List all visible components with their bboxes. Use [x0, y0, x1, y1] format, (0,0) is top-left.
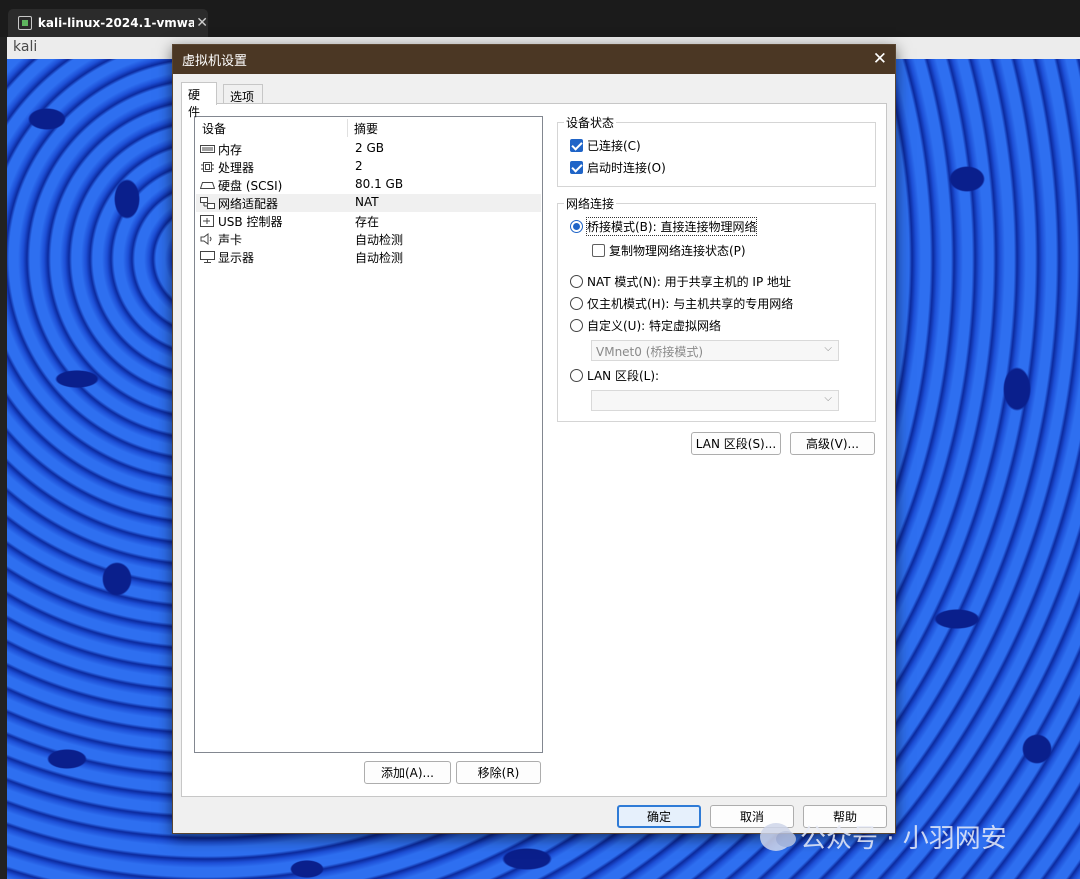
device-name: 内存 — [218, 143, 243, 157]
wechat-icon — [760, 822, 796, 851]
network-adapter-icon — [200, 197, 215, 209]
device-summary: 自动检测 — [355, 251, 404, 265]
device-name: 显示器 — [218, 251, 255, 265]
dialog-title: 虚拟机设置 — [182, 54, 248, 69]
memory-icon — [200, 145, 215, 153]
device-name: USB 控制器 — [218, 215, 283, 229]
lan-segment-label: LAN 区段(L): — [587, 369, 660, 383]
device-row-memory[interactable]: 内存 2 GB — [196, 140, 541, 158]
remove-device-button[interactable]: 移除(R) — [456, 761, 541, 784]
sound-icon — [200, 233, 212, 245]
close-icon[interactable]: ✕ — [873, 49, 887, 69]
device-status-group: 设备状态 已连接(C) 启动时连接(O) — [557, 114, 876, 187]
chevron-down-icon: ⌵ — [824, 393, 832, 404]
device-row-harddisk[interactable]: 硬盘 (SCSI) 80.1 GB — [196, 176, 541, 194]
connected-checkbox[interactable]: 已连接(C) — [570, 137, 641, 154]
lan-segment-radio[interactable]: LAN 区段(L): — [570, 367, 659, 384]
group-title: 网络连接 — [564, 195, 617, 212]
bridged-radio[interactable]: 桥接模式(B): 直接连接物理网络 — [570, 217, 758, 236]
chevron-down-icon: ⌵ — [824, 343, 832, 354]
radio-unselected-icon[interactable] — [570, 275, 583, 288]
vmware-icon — [18, 16, 32, 30]
host-frame — [0, 37, 7, 879]
vm-settings-dialog: 虚拟机设置 ✕ 硬件 选项 设备 摘要 内存 2 GB 处理器 2 硬盘 (SC… — [172, 44, 896, 834]
lan-segment-select[interactable]: ⌵ — [591, 390, 839, 411]
custom-label: 自定义(U): 特定虚拟网络 — [587, 319, 722, 333]
bridged-label: 桥接模式(B): 直接连接物理网络 — [585, 217, 758, 236]
vm-name: kali — [13, 39, 38, 55]
hardware-panel: 设备 摘要 内存 2 GB 处理器 2 硬盘 (SCSI) 80.1 GB 网络… — [181, 103, 887, 797]
watermark: 公众号 · 小羽网安 — [760, 818, 1007, 855]
device-list-header: 设备 摘要 — [195, 117, 542, 137]
custom-radio[interactable]: 自定义(U): 特定虚拟网络 — [570, 317, 721, 334]
host-tab[interactable]: kali-linux-2024.1-vmware... ✕ — [8, 9, 208, 37]
radio-unselected-icon[interactable] — [570, 319, 583, 332]
lan-segments-button[interactable]: LAN 区段(S)... — [691, 432, 781, 455]
checkbox-checked-icon[interactable] — [570, 161, 583, 174]
ok-button[interactable]: 确定 — [617, 805, 701, 828]
host-only-label: 仅主机模式(H): 与主机共享的专用网络 — [587, 297, 794, 311]
column-header-summary[interactable]: 摘要 — [354, 120, 378, 137]
add-device-button[interactable]: 添加(A)... — [364, 761, 451, 784]
group-title: 设备状态 — [564, 114, 617, 131]
nat-label: NAT 模式(N): 用于共享主机的 IP 地址 — [587, 275, 792, 289]
advanced-button[interactable]: 高级(V)... — [790, 432, 875, 455]
connect-at-power-on-checkbox[interactable]: 启动时连接(O) — [570, 159, 666, 176]
tab-hardware[interactable]: 硬件 — [181, 82, 217, 119]
replicate-state-label: 复制物理网络连接状态(P) — [609, 244, 746, 258]
radio-unselected-icon[interactable] — [570, 297, 583, 310]
device-list[interactable]: 设备 摘要 内存 2 GB 处理器 2 硬盘 (SCSI) 80.1 GB 网络… — [194, 116, 543, 753]
replicate-state-checkbox[interactable]: 复制物理网络连接状态(P) — [592, 242, 746, 259]
network-connection-group: 网络连接 桥接模式(B): 直接连接物理网络 复制物理网络连接状态(P) NAT… — [557, 195, 876, 422]
device-summary: 2 GB — [355, 141, 384, 155]
connect-at-power-on-label: 启动时连接(O) — [587, 161, 666, 175]
watermark-text: 公众号 · 小羽网安 — [800, 824, 1007, 854]
host-tab-title: kali-linux-2024.1-vmware... — [37, 16, 195, 30]
device-row-processor[interactable]: 处理器 2 — [196, 158, 541, 176]
device-summary: 自动检测 — [355, 233, 404, 247]
device-name: 声卡 — [218, 233, 243, 247]
checkbox-unchecked-icon[interactable] — [592, 244, 605, 257]
device-summary: 存在 — [355, 215, 380, 229]
custom-network-select[interactable]: VMnet0 (桥接模式) ⌵ — [591, 340, 839, 361]
processor-icon — [201, 162, 214, 172]
device-row-usb[interactable]: USB 控制器 存在 — [196, 212, 541, 230]
device-name: 硬盘 (SCSI) — [218, 179, 283, 193]
device-summary: 2 — [355, 159, 363, 173]
device-name: 处理器 — [218, 161, 255, 175]
display-icon — [200, 251, 215, 263]
device-summary: NAT — [355, 195, 379, 209]
host-only-radio[interactable]: 仅主机模式(H): 与主机共享的专用网络 — [570, 295, 793, 312]
device-summary: 80.1 GB — [355, 177, 404, 191]
usb-icon — [200, 215, 214, 227]
device-name: 网络适配器 — [218, 197, 279, 211]
harddisk-icon — [200, 182, 215, 189]
nat-radio[interactable]: NAT 模式(N): 用于共享主机的 IP 地址 — [570, 273, 791, 290]
host-tab-bar: kali-linux-2024.1-vmware... ✕ — [0, 0, 1080, 37]
tab-options[interactable]: 选项 — [223, 84, 263, 104]
radio-unselected-icon[interactable] — [570, 369, 583, 382]
dialog-titlebar: 虚拟机设置 ✕ — [173, 45, 895, 74]
close-icon[interactable]: ✕ — [196, 15, 208, 31]
connected-label: 已连接(C) — [587, 139, 641, 153]
device-row-display[interactable]: 显示器 自动检测 — [196, 248, 541, 266]
checkbox-checked-icon[interactable] — [570, 139, 583, 152]
column-header-device[interactable]: 设备 — [202, 120, 226, 137]
radio-selected-icon[interactable] — [570, 220, 583, 233]
column-separator[interactable] — [347, 119, 348, 137]
custom-network-value: VMnet0 (桥接模式) — [596, 345, 704, 359]
device-row-sound[interactable]: 声卡 自动检测 — [196, 230, 541, 248]
device-row-network-adapter[interactable]: 网络适配器 NAT — [196, 194, 541, 212]
